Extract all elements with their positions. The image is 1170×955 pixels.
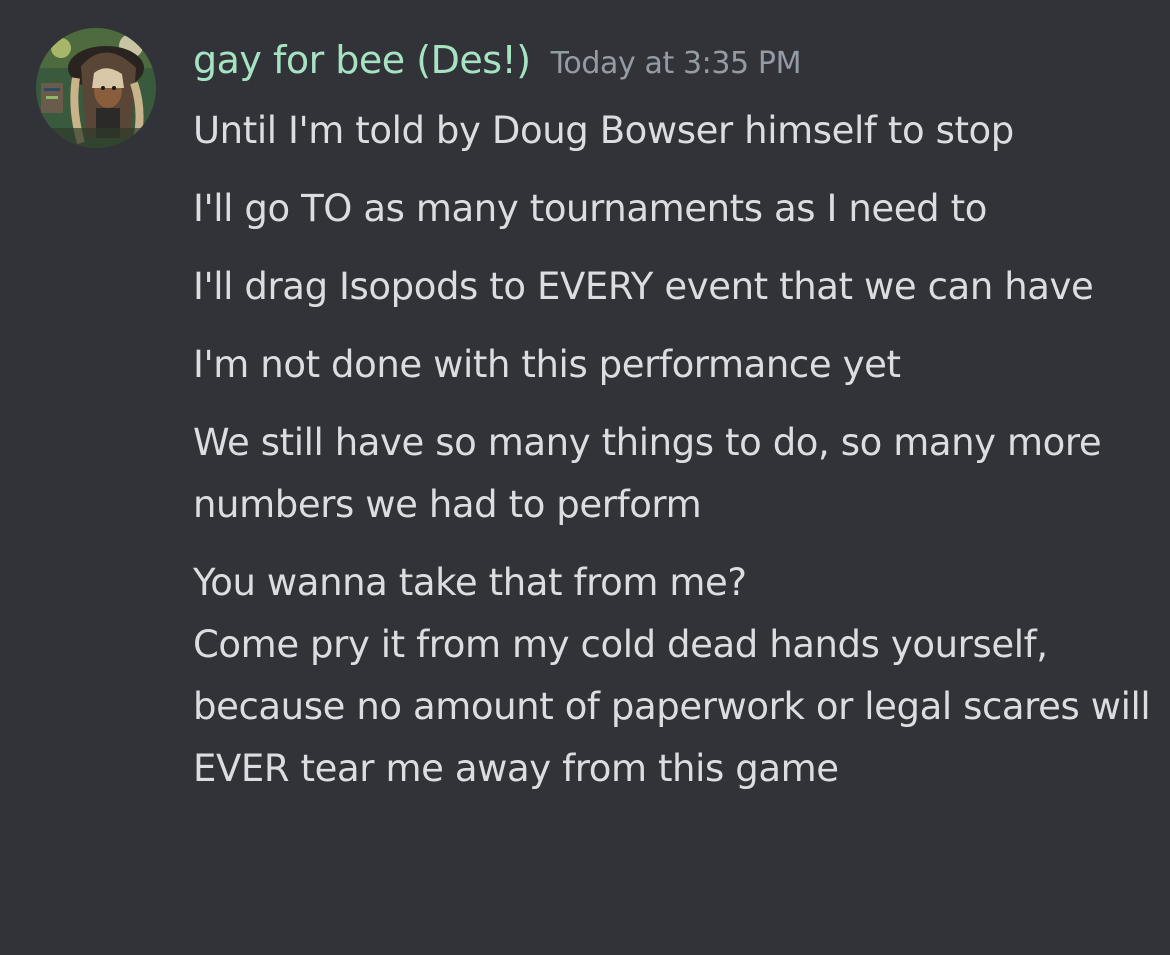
message-line: I'm not done with this performance yet	[193, 343, 901, 386]
timestamp: Today at 3:35 PM	[550, 46, 802, 81]
chat-message: gay for bee (Des!) Today at 3:35 PM Unti…	[0, 0, 1170, 955]
message-content: Until I'm told by Doug Bowser himself to…	[193, 100, 1153, 816]
message-line: Come pry it from my cold dead hands your…	[193, 623, 1162, 790]
message-header: gay for bee (Des!) Today at 3:35 PM	[193, 30, 801, 90]
avatar-image	[36, 28, 156, 148]
message-line: We still have so many things to do, so m…	[193, 421, 1113, 526]
user-avatar[interactable]	[36, 28, 156, 148]
message-line: I'll drag Isopods to EVERY event that we…	[193, 265, 1094, 308]
message-line: I'll go TO as many tournaments as I need…	[193, 187, 987, 230]
message-line: You wanna take that from me?	[193, 561, 747, 604]
username[interactable]: gay for bee (Des!)	[193, 30, 531, 90]
message-line: Until I'm told by Doug Bowser himself to…	[193, 109, 1014, 152]
